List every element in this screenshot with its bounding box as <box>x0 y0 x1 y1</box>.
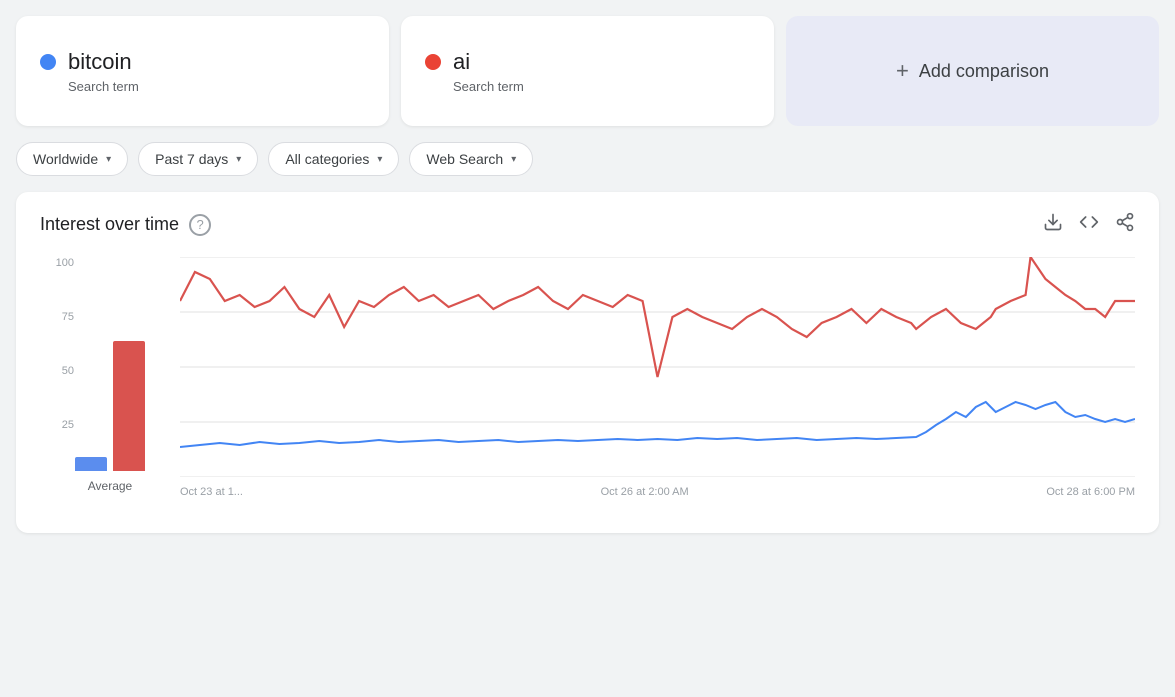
ai-line <box>180 257 1135 377</box>
top-section: bitcoin Search term ai Search term + Add… <box>0 0 1175 126</box>
location-filter[interactable]: Worldwide ▾ <box>16 142 128 176</box>
filter-bar: Worldwide ▾ Past 7 days ▾ All categories… <box>0 126 1175 192</box>
search-type-filter[interactable]: Web Search ▾ <box>409 142 533 176</box>
y-axis: 100 75 50 25 <box>40 257 80 477</box>
add-comparison-content: + Add comparison <box>896 58 1049 84</box>
location-chevron-icon: ▾ <box>106 154 111 165</box>
term-card-ai: ai Search term <box>401 16 774 126</box>
x-label-3: Oct 28 at 6:00 PM <box>1046 486 1135 498</box>
download-icon[interactable] <box>1043 212 1063 237</box>
help-icon[interactable]: ? <box>189 214 211 236</box>
time-chevron-icon: ▾ <box>236 154 241 165</box>
card-title: Interest over time <box>40 214 179 235</box>
y-label-100: 100 <box>40 257 80 269</box>
y-label-75: 75 <box>40 311 80 323</box>
search-type-chevron-icon: ▾ <box>511 154 516 165</box>
ai-term-type: Search term <box>453 79 750 94</box>
location-filter-label: Worldwide <box>33 151 98 167</box>
line-chart-svg <box>180 257 1135 477</box>
add-icon: + <box>896 58 909 84</box>
time-filter-label: Past 7 days <box>155 151 228 167</box>
x-axis-labels: Oct 23 at 1... Oct 26 at 2:00 AM Oct 28 … <box>180 482 1135 498</box>
avg-label: Average <box>88 479 132 493</box>
y-label-50: 50 <box>40 365 80 377</box>
add-comparison-card[interactable]: + Add comparison <box>786 16 1159 126</box>
avg-bar-ai <box>113 341 145 471</box>
card-actions <box>1043 212 1135 237</box>
line-chart-wrapper: 100 75 50 25 <box>180 257 1135 517</box>
card-title-group: Interest over time ? <box>40 214 211 236</box>
time-filter[interactable]: Past 7 days ▾ <box>138 142 258 176</box>
share-icon[interactable] <box>1115 212 1135 237</box>
term-header-bitcoin: bitcoin <box>40 49 365 75</box>
ai-term-name: ai <box>453 49 470 75</box>
category-filter[interactable]: All categories ▾ <box>268 142 399 176</box>
category-chevron-icon: ▾ <box>377 154 382 165</box>
chart-container: Average 100 75 50 25 <box>40 257 1135 517</box>
term-card-bitcoin: bitcoin Search term <box>16 16 389 126</box>
avg-bars <box>75 291 145 471</box>
embed-icon[interactable] <box>1079 212 1099 237</box>
svg-wrapper: Oct 23 at 1... Oct 26 at 2:00 AM Oct 28 … <box>180 257 1135 477</box>
bitcoin-term-name: bitcoin <box>68 49 132 75</box>
card-header: Interest over time ? <box>40 212 1135 237</box>
y-label-25: 25 <box>40 419 80 431</box>
add-comparison-label: Add comparison <box>919 61 1049 82</box>
x-label-1: Oct 23 at 1... <box>180 486 243 498</box>
x-label-2: Oct 26 at 2:00 AM <box>601 486 689 498</box>
interest-over-time-card: Interest over time ? Average <box>16 192 1159 533</box>
term-header-ai: ai <box>425 49 750 75</box>
bitcoin-line <box>180 402 1135 447</box>
search-type-filter-label: Web Search <box>426 151 503 167</box>
bitcoin-dot <box>40 54 56 70</box>
bitcoin-term-type: Search term <box>68 79 365 94</box>
category-filter-label: All categories <box>285 151 369 167</box>
ai-dot <box>425 54 441 70</box>
